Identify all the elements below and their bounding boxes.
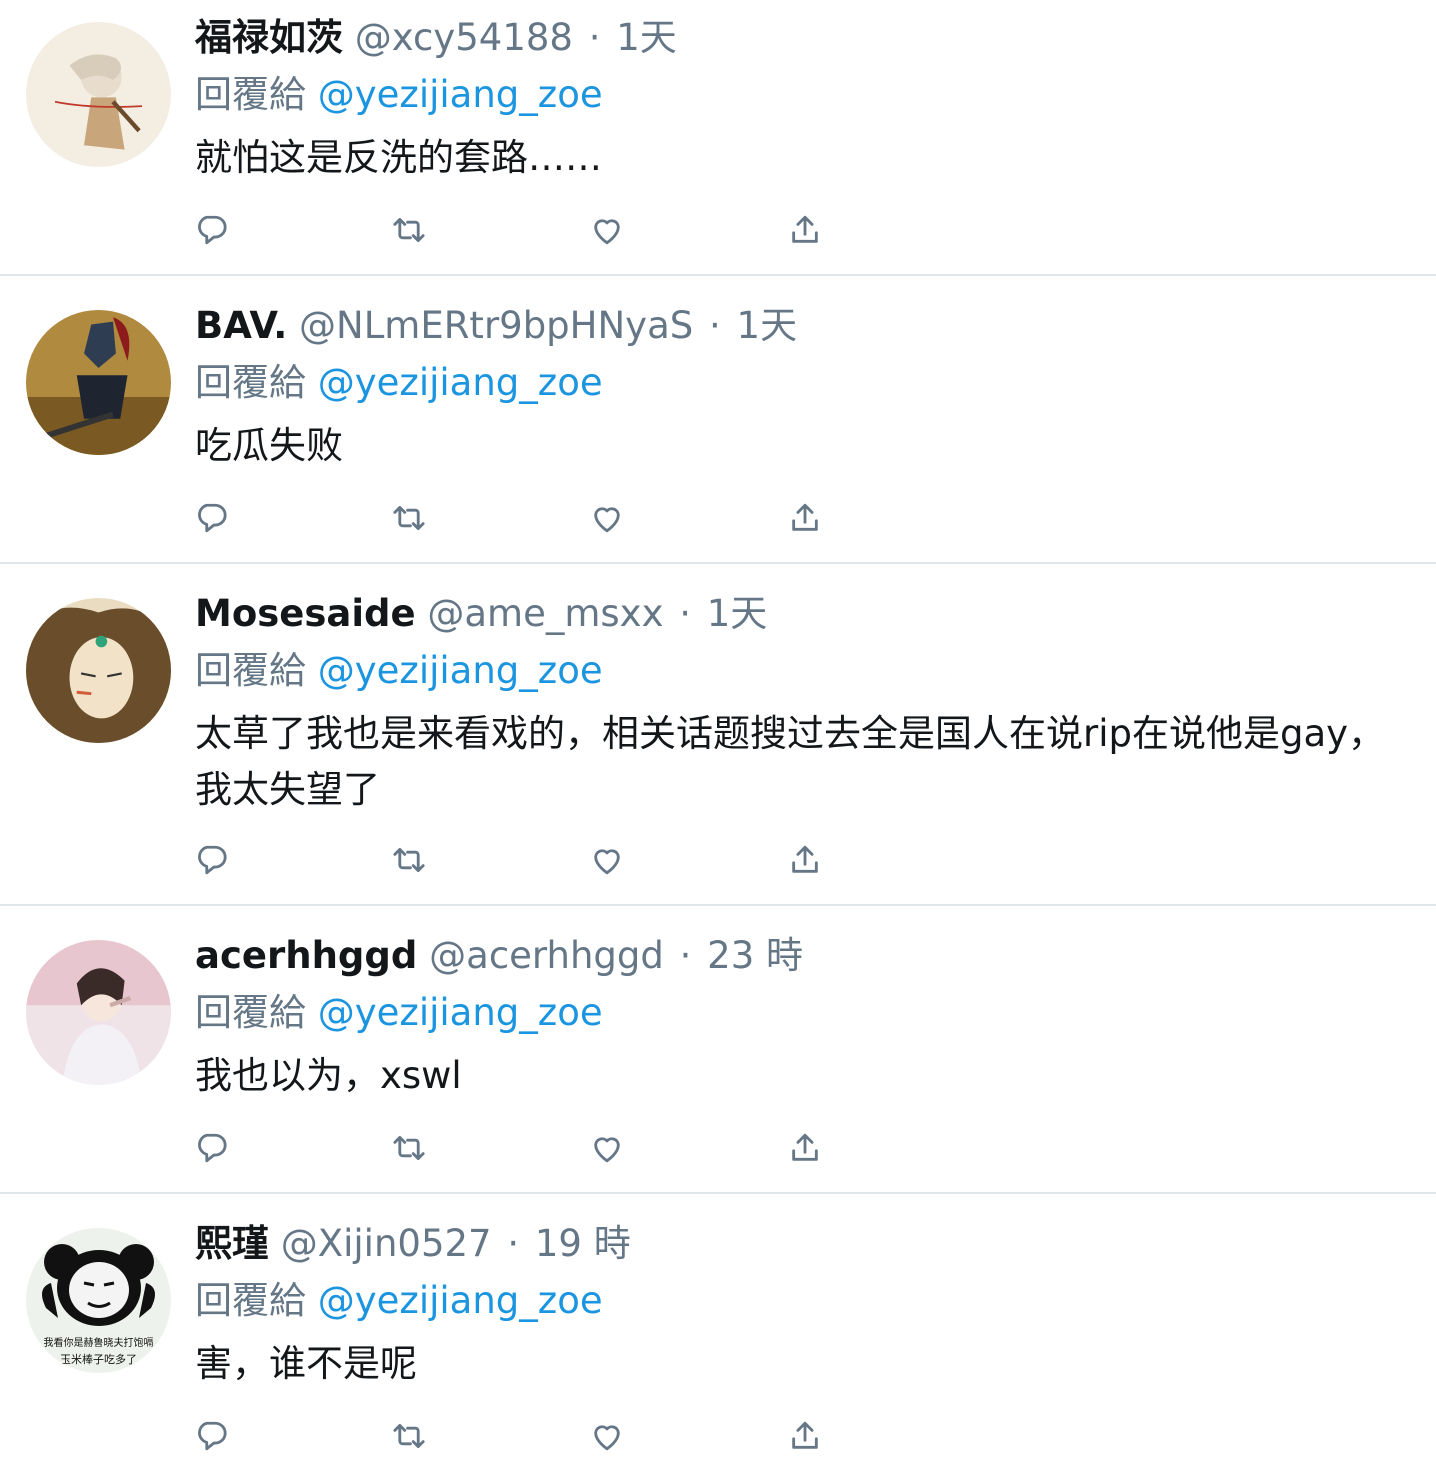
tweet-header: Mosesaide @ame_msxx · 1天	[195, 594, 1406, 634]
reply-to-link[interactable]: @yezijiang_zoe	[318, 361, 603, 404]
tweet-text: 就怕这是反洗的套路……	[195, 136, 602, 179]
timestamp[interactable]: 1天	[707, 592, 768, 635]
tweet-header: 福禄如茨 @xcy54188 · 1天	[195, 18, 1406, 58]
tweet[interactable]: 福禄如茨 @xcy54188 · 1天 回覆給 @yezijiang_zoe 就…	[0, 0, 1436, 276]
reply-icon	[198, 845, 227, 875]
retweet-icon	[393, 847, 425, 873]
reply-prefix: 回覆給	[195, 649, 306, 692]
user-handle[interactable]: @NLmERtr9bpHNyaS	[299, 304, 693, 347]
tweet-text: 我也以为，xswl	[195, 1054, 462, 1097]
share-button[interactable]	[785, 1128, 825, 1168]
like-button[interactable]	[587, 498, 627, 538]
reply-prefix: 回覆給	[195, 73, 306, 116]
share-button[interactable]	[785, 1416, 825, 1456]
avatar-caption-2: 玉米棒子吃多了	[60, 1352, 137, 1366]
tweet-header: acerhhggd @acerhhggd · 23 時	[195, 936, 1406, 976]
tweet-header: 熙瑾 @Xijin0527 · 19 時	[195, 1224, 1406, 1264]
like-button[interactable]	[587, 210, 627, 250]
timestamp[interactable]: 1天	[737, 304, 798, 347]
reply-icon	[198, 503, 227, 533]
tweet[interactable]: 我看你是赫鲁晓夫打饱嗝 玉米棒子吃多了 熙瑾 @Xijin0527 · 19 時…	[0, 1194, 1436, 1465]
share-icon	[792, 215, 818, 243]
share-icon	[792, 503, 818, 531]
like-icon	[594, 849, 620, 875]
avatar-caption-1: 我看你是赫鲁晓夫打饱嗝	[44, 1336, 154, 1349]
retweet-icon	[393, 505, 425, 531]
retweet-button[interactable]	[389, 210, 429, 250]
reply-context: 回覆給 @yezijiang_zoe	[195, 362, 1406, 404]
retweet-icon	[393, 1423, 425, 1449]
reply-to-link[interactable]: @yezijiang_zoe	[318, 649, 603, 692]
like-icon	[594, 1137, 620, 1163]
separator-dot: ·	[679, 592, 691, 635]
reply-to-link[interactable]: @yezijiang_zoe	[318, 1279, 603, 1322]
like-button[interactable]	[587, 1416, 627, 1456]
like-icon	[594, 219, 620, 245]
tweet[interactable]: BAV. @NLmERtr9bpHNyaS · 1天 回覆給 @yezijian…	[0, 276, 1436, 564]
avatar[interactable]	[26, 310, 171, 455]
display-name[interactable]: Mosesaide	[195, 592, 416, 635]
tweet[interactable]: acerhhggd @acerhhggd · 23 時 回覆給 @yezijia…	[0, 906, 1436, 1194]
display-name[interactable]: 福禄如茨	[195, 16, 343, 59]
reply-prefix: 回覆給	[195, 1279, 306, 1322]
avatar[interactable]: 我看你是赫鲁晓夫打饱嗝 玉米棒子吃多了	[26, 1228, 171, 1373]
reply-icon	[198, 1421, 227, 1451]
like-button[interactable]	[587, 840, 627, 880]
avatar[interactable]	[26, 598, 171, 743]
user-handle[interactable]: @Xijin0527	[281, 1222, 492, 1265]
separator-dot: ·	[588, 16, 601, 59]
tweet-text: 吃瓜失败	[195, 424, 343, 467]
reply-prefix: 回覆給	[195, 991, 306, 1034]
separator-dot: ·	[507, 1222, 520, 1265]
share-button[interactable]	[785, 498, 825, 538]
tweet-text: 害，谁不是呢	[195, 1342, 417, 1385]
reply-prefix: 回覆給	[195, 361, 306, 404]
display-name[interactable]: BAV.	[195, 304, 287, 347]
user-handle[interactable]: @xcy54188	[355, 16, 573, 59]
like-button[interactable]	[587, 1128, 627, 1168]
share-button[interactable]	[785, 210, 825, 250]
retweet-icon	[393, 217, 425, 243]
like-icon	[594, 507, 620, 533]
reply-button[interactable]	[191, 498, 231, 538]
reply-to-link[interactable]: @yezijiang_zoe	[318, 991, 603, 1034]
retweet-button[interactable]	[389, 1128, 429, 1168]
retweet-button[interactable]	[389, 840, 429, 880]
retweet-icon	[393, 1135, 425, 1161]
share-icon	[792, 845, 818, 873]
timestamp[interactable]: 1天	[616, 16, 677, 59]
avatar[interactable]	[26, 22, 171, 167]
reply-to-link[interactable]: @yezijiang_zoe	[318, 73, 603, 116]
retweet-button[interactable]	[389, 1416, 429, 1456]
reply-context: 回覆給 @yezijiang_zoe	[195, 74, 1406, 116]
reply-button[interactable]	[191, 210, 231, 250]
share-icon	[792, 1133, 818, 1161]
reply-icon	[198, 1133, 227, 1163]
retweet-button[interactable]	[389, 498, 429, 538]
user-handle[interactable]: @acerhhggd	[429, 934, 664, 977]
reply-button[interactable]	[191, 1128, 231, 1168]
reply-context: 回覆給 @yezijiang_zoe	[195, 1280, 1406, 1322]
avatar[interactable]	[26, 940, 171, 1085]
reply-context: 回覆給 @yezijiang_zoe	[195, 650, 1406, 692]
reply-context: 回覆給 @yezijiang_zoe	[195, 992, 1406, 1034]
share-button[interactable]	[785, 840, 825, 880]
tweet-text: 太草了我也是来看戏的，相关话题搜过去全是国人在说rip在说他是gay，我太失望了	[195, 712, 1386, 811]
share-icon	[792, 1421, 818, 1449]
reply-icon	[198, 215, 227, 245]
reply-button[interactable]	[191, 840, 231, 880]
timestamp[interactable]: 23 時	[707, 934, 803, 977]
timestamp[interactable]: 19 時	[535, 1222, 631, 1265]
separator-dot: ·	[679, 934, 692, 977]
tweet-header: BAV. @NLmERtr9bpHNyaS · 1天	[195, 306, 1406, 346]
user-handle[interactable]: @ame_msxx	[427, 592, 663, 635]
display-name[interactable]: acerhhggd	[195, 934, 417, 977]
tweet[interactable]: Mosesaide @ame_msxx · 1天 回覆給 @yezijiang_…	[0, 564, 1436, 906]
separator-dot: ·	[709, 304, 721, 347]
reply-button[interactable]	[191, 1416, 231, 1456]
display-name[interactable]: 熙瑾	[195, 1222, 269, 1265]
like-icon	[594, 1425, 620, 1451]
